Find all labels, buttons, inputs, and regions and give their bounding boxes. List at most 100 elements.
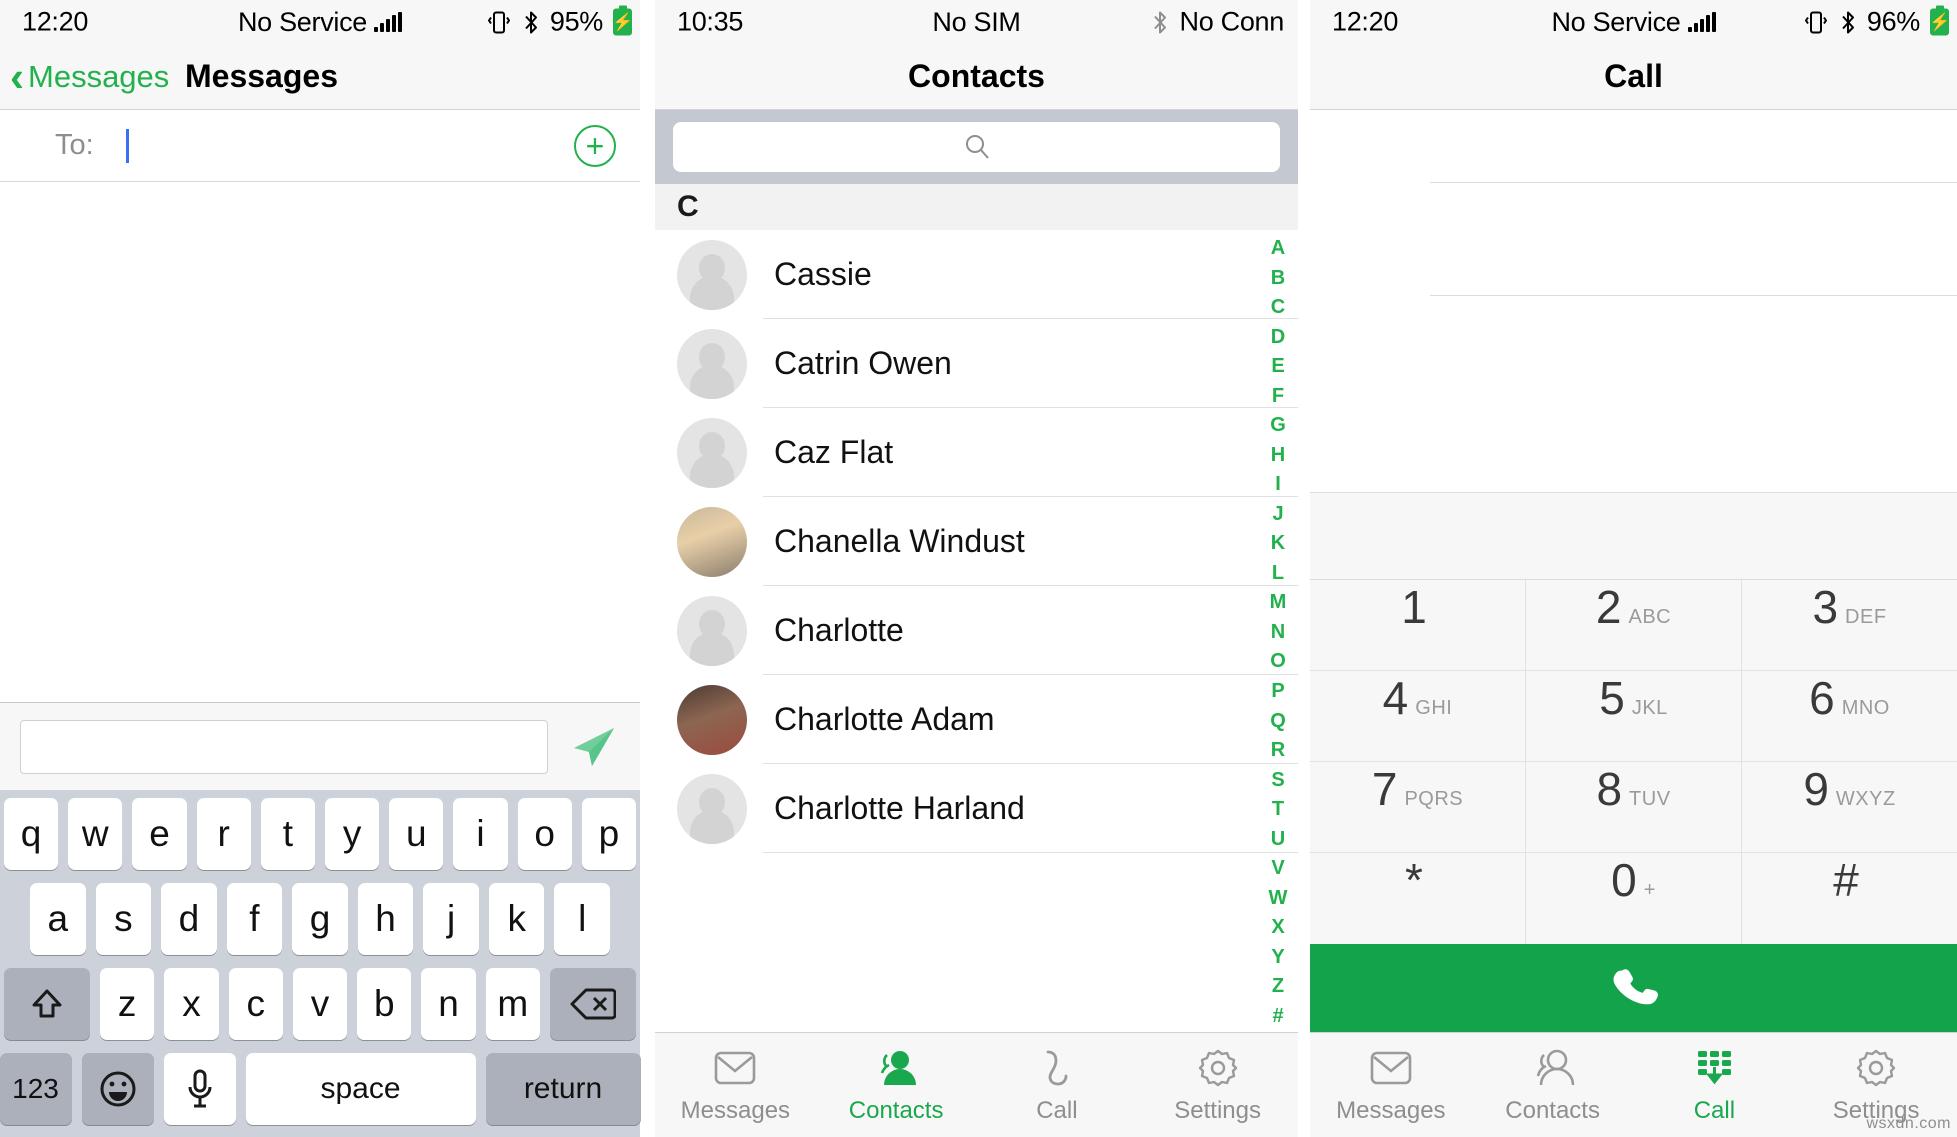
key-s[interactable]: s (95, 883, 152, 955)
index-letter[interactable]: Y (1271, 947, 1284, 967)
key-v[interactable]: v (292, 968, 348, 1040)
index-letter[interactable]: V (1271, 858, 1284, 878)
index-letter[interactable]: J (1272, 504, 1283, 524)
people-icon (874, 1045, 918, 1091)
key-j[interactable]: j (423, 883, 479, 955)
key-w[interactable]: w (68, 798, 123, 870)
space-key[interactable]: space (245, 1053, 476, 1125)
key-t[interactable]: t (260, 798, 315, 870)
message-input[interactable] (20, 719, 548, 774)
key-y[interactable]: y (325, 798, 380, 870)
dial-key-0[interactable]: 0 + (1526, 853, 1742, 944)
send-paper-plane-icon[interactable] (566, 720, 620, 774)
key-u[interactable]: u (389, 798, 444, 870)
index-letter[interactable]: A (1271, 238, 1285, 258)
index-letter[interactable]: # (1272, 1006, 1283, 1026)
key-k[interactable]: k (488, 883, 545, 955)
tab-settings[interactable]: Settings (1137, 1033, 1298, 1137)
key-p[interactable]: p (581, 798, 637, 870)
index-letter[interactable]: N (1271, 622, 1285, 642)
dial-key-hash[interactable]: # (1742, 853, 1957, 944)
index-letter[interactable]: Z (1272, 976, 1284, 996)
key-n[interactable]: n (421, 968, 476, 1040)
key-z[interactable]: z (100, 968, 155, 1040)
list-item[interactable]: Charlotte Adam (655, 675, 1298, 764)
index-letter[interactable]: X (1271, 917, 1284, 937)
dial-key-7[interactable]: 7 PQRS (1310, 762, 1526, 853)
dial-key-6[interactable]: 6 MNO (1742, 671, 1957, 762)
dial-key-number: 3 (1812, 581, 1839, 633)
index-letter[interactable]: G (1270, 415, 1286, 435)
index-letter[interactable]: M (1270, 592, 1287, 612)
backspace-delete-icon[interactable] (549, 968, 636, 1040)
index-letter[interactable]: S (1271, 770, 1284, 790)
index-letter[interactable]: W (1269, 888, 1288, 908)
list-item[interactable]: Charlotte (655, 586, 1298, 675)
key-o[interactable]: o (517, 798, 572, 870)
microphone-icon[interactable] (163, 1053, 236, 1125)
plus-circle-icon[interactable]: + (574, 124, 616, 167)
phone-number-display[interactable] (1310, 110, 1957, 492)
key-r[interactable]: r (196, 798, 251, 870)
index-letter[interactable]: P (1271, 681, 1284, 701)
index-letter[interactable]: R (1271, 740, 1285, 760)
dialpad[interactable]: 1 2 ABC 3 DEF 4 GHI 5 JKL 6 MNO 7 PQRS 8… (1310, 580, 1957, 944)
back-button[interactable]: ‹ Messages (10, 55, 169, 96)
dial-key-9[interactable]: 9 WXYZ (1742, 762, 1957, 853)
index-letter[interactable]: C (1271, 297, 1285, 317)
tab-contacts[interactable]: Contacts (816, 1033, 977, 1137)
index-letter[interactable]: B (1271, 268, 1285, 288)
tab-messages[interactable]: Messages (655, 1033, 816, 1137)
index-letter[interactable]: U (1271, 829, 1285, 849)
virtual-keyboard[interactable]: q w e r t y u i o p a s d f g h j k l z … (0, 790, 641, 1137)
numbers-key[interactable]: 123 (0, 1053, 72, 1125)
tab-call[interactable]: Call (1634, 1033, 1796, 1137)
key-c[interactable]: c (228, 968, 283, 1040)
index-letter[interactable]: T (1272, 799, 1284, 819)
key-a[interactable]: a (29, 883, 86, 955)
index-letter[interactable]: E (1271, 356, 1284, 376)
dial-key-1[interactable]: 1 (1310, 580, 1526, 671)
to-recipient-row[interactable]: To: + (0, 110, 640, 182)
key-d[interactable]: d (161, 883, 217, 955)
index-letter[interactable]: L (1272, 563, 1284, 583)
contacts-list[interactable]: Cassie Catrin Owen Caz Flat Chanella Win… (655, 230, 1298, 1032)
tab-contacts[interactable]: Contacts (1472, 1033, 1634, 1137)
dial-key-4[interactable]: 4 GHI (1310, 671, 1526, 762)
key-b[interactable]: b (357, 968, 412, 1040)
smiley-face-icon[interactable] (81, 1053, 154, 1125)
dial-key-3[interactable]: 3 DEF (1742, 580, 1957, 671)
key-g[interactable]: g (292, 883, 348, 955)
key-m[interactable]: m (485, 968, 540, 1040)
index-letter[interactable]: Q (1270, 711, 1286, 731)
key-q[interactable]: q (3, 798, 59, 870)
key-h[interactable]: h (357, 883, 414, 955)
call-button[interactable] (1310, 944, 1957, 1032)
index-letter[interactable]: D (1271, 327, 1285, 347)
index-letter[interactable]: H (1271, 445, 1285, 465)
index-letter[interactable]: F (1272, 386, 1284, 406)
list-item[interactable]: Chanella Windust (655, 497, 1298, 586)
list-item[interactable]: Caz Flat (655, 408, 1298, 497)
list-item[interactable]: Catrin Owen (655, 319, 1298, 408)
alphabet-index-bar[interactable]: A B C D E F G H I J K L M N O P Q R S T (1264, 238, 1292, 1026)
tab-call[interactable]: Call (977, 1033, 1138, 1137)
key-x[interactable]: x (164, 968, 219, 1040)
index-letter[interactable]: O (1270, 651, 1286, 671)
dial-key-5[interactable]: 5 JKL (1526, 671, 1742, 762)
search-input[interactable] (673, 122, 1280, 172)
return-key[interactable]: return (485, 1053, 641, 1125)
index-letter[interactable]: I (1275, 474, 1281, 494)
tab-messages[interactable]: Messages (1310, 1033, 1472, 1137)
dial-key-2[interactable]: 2 ABC (1526, 580, 1742, 671)
key-l[interactable]: l (554, 883, 611, 955)
list-item[interactable]: Cassie (655, 230, 1298, 319)
index-letter[interactable]: K (1271, 533, 1285, 553)
key-i[interactable]: i (453, 798, 508, 870)
key-f[interactable]: f (226, 883, 283, 955)
dial-key-8[interactable]: 8 TUV (1526, 762, 1742, 853)
shift-up-arrow-icon[interactable] (4, 968, 91, 1040)
list-item[interactable]: Charlotte Harland (655, 764, 1298, 853)
dial-key-star[interactable]: * (1310, 853, 1526, 944)
key-e[interactable]: e (132, 798, 187, 870)
